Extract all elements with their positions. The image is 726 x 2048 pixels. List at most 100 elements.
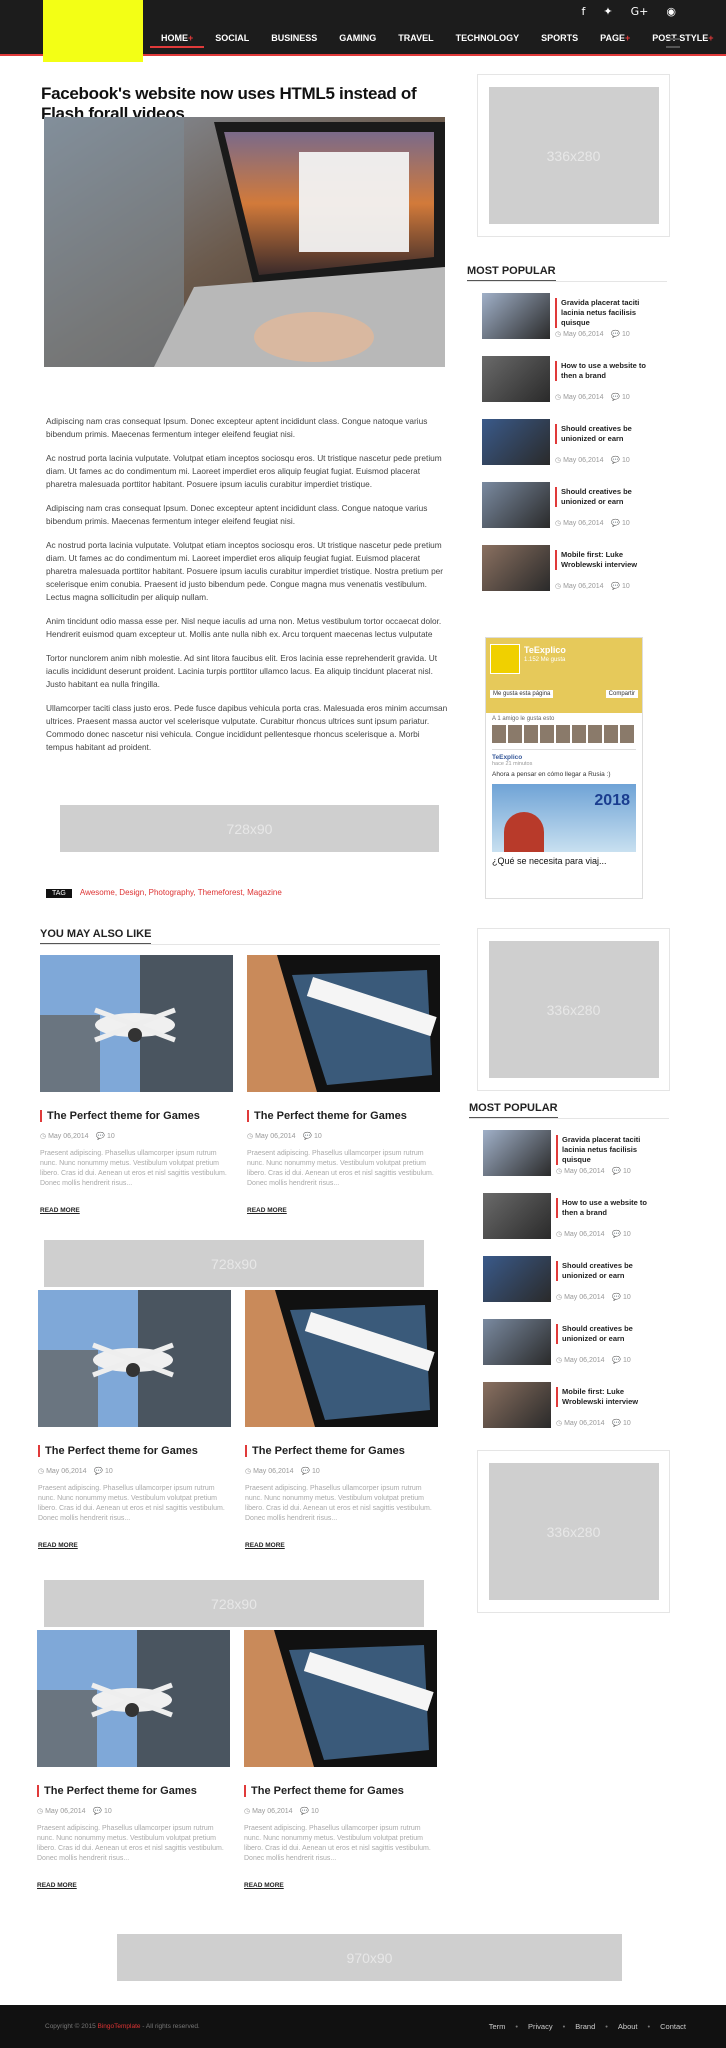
google-plus-icon[interactable]: G+ [631,5,649,18]
comment-icon: 💬 [93,1808,104,1815]
popular-title[interactable]: How to use a website to then a brand [555,361,655,381]
card-image[interactable] [38,1290,231,1427]
card-image[interactable] [244,1630,437,1767]
card-image[interactable] [37,1630,230,1767]
footer-link-contact[interactable]: Contact [660,2022,686,2031]
popular-item[interactable]: Mobile first: Luke Wroblewski interview ◷… [470,545,670,595]
read-more-link[interactable]: READ MORE [247,1207,287,1214]
read-more-link[interactable]: READ MORE [244,1882,284,1889]
popular-item[interactable]: How to use a website to then a brand ◷ Ma… [471,1193,671,1243]
fb-like-button[interactable]: Me gusta esta página [490,690,554,698]
nav-post-style[interactable]: POST STYLE+ [641,30,724,48]
fb-post-page[interactable]: TeExplico [492,754,636,761]
popular-item[interactable]: Should creatives be unionized or earn ◷ M… [471,1319,671,1369]
popular-item[interactable]: Should creatives be unionized or earn ◷ M… [470,482,670,532]
card-title[interactable]: The Perfect theme for Games [40,1110,200,1122]
nav-gaming[interactable]: GAMING [328,30,387,48]
rss-icon[interactable]: ◉ [666,5,676,18]
popular-title[interactable]: Mobile first: Luke Wroblewski interview [555,550,655,570]
clock-icon: ◷ [555,331,564,338]
ad-336x280[interactable]: 336x280 [488,1463,659,1600]
card-excerpt: Praesent adipiscing. Phasellus ullamcorp… [37,1825,224,1862]
popular-thumb[interactable] [482,356,550,402]
twitter-icon[interactable]: ✦ [603,5,612,18]
section-divider [467,281,667,282]
card-title[interactable]: The Perfect theme for Games [38,1445,198,1457]
card-excerpt: Praesent adipiscing. Phasellus ullamcorp… [247,1150,434,1187]
popular-thumb[interactable] [483,1256,551,1302]
popular-thumb[interactable] [482,545,550,591]
nav-technology[interactable]: TECHNOLOGY [445,30,531,48]
fb-share-button[interactable]: Compartir [605,690,638,698]
popular-title[interactable]: Mobile first: Luke Wroblewski interview [556,1387,656,1407]
popular-thumb[interactable] [483,1382,551,1428]
fb-likes: 1.152 Me gusta [524,657,566,663]
popular-thumb[interactable] [482,482,550,528]
popular-meta: ◷ May 06,2014 💬 10 [556,1294,631,1301]
popular-title[interactable]: Gravida placerat taciti lacinia netus fa… [556,1135,656,1165]
ad-banner-728x90[interactable]: 728x90 [44,1240,424,1287]
footer-link-term[interactable]: Term [489,2022,506,2031]
popular-thumb[interactable] [483,1130,551,1176]
popular-item[interactable]: Gravida placerat taciti lacinia netus fa… [471,1130,671,1180]
popular-thumb[interactable] [482,293,550,339]
comment-icon: 💬 [612,1168,623,1175]
popular-title[interactable]: How to use a website to then a brand [556,1198,656,1218]
read-more-link[interactable]: READ MORE [37,1882,77,1889]
sidebar-ad-box: 336x280 [477,74,670,237]
clock-icon: ◷ [555,394,564,401]
facebook-widget[interactable]: TeExplico 1.152 Me gusta Me gusta esta p… [485,637,643,899]
popular-thumb[interactable] [483,1193,551,1239]
sidebar-ad-box: 336x280 [477,1450,670,1613]
card-image[interactable] [40,955,233,1092]
read-more-link[interactable]: READ MORE [245,1542,285,1549]
nav-home[interactable]: HOME+ [150,30,205,48]
card-image[interactable] [247,955,440,1092]
ad-banner-728x90[interactable]: 728x90 [60,805,439,852]
article-paragraph: Ac nostrud porta lacinia vulputate. Volu… [46,540,444,602]
nav-social[interactable]: SOCIAL [204,30,260,48]
popular-item[interactable]: Should creatives be unionized or earn ◷ M… [471,1256,671,1306]
footer-link-about[interactable]: About [618,2022,638,2031]
popular-title[interactable]: Gravida placerat taciti lacinia netus fa… [555,298,655,328]
card-title[interactable]: The Perfect theme for Games [247,1110,407,1122]
footer-link-privacy[interactable]: Privacy [528,2022,553,2031]
card-title[interactable]: The Perfect theme for Games [245,1445,405,1457]
read-more-link[interactable]: READ MORE [40,1207,80,1214]
nav-sports[interactable]: SPORTS [530,30,589,48]
popular-title[interactable]: Should creatives be unionized or earn [555,424,655,444]
comment-icon: 💬 [612,1294,623,1301]
footer-link-brand[interactable]: Brand [575,2022,595,2031]
popular-item[interactable]: Gravida placerat taciti lacinia netus fa… [470,293,670,343]
fb-post-headline[interactable]: ¿Qué se necesita para viaj... [492,856,636,866]
card-title[interactable]: The Perfect theme for Games [244,1785,404,1797]
footer-brand-link[interactable]: BingoTemplate [98,2023,141,2030]
fb-page-name[interactable]: TeExplico [524,645,566,655]
popular-title[interactable]: Should creatives be unionized or earn [556,1261,656,1281]
nav-business[interactable]: BUSINESS [260,30,328,48]
nav-travel[interactable]: TRAVEL [387,30,444,48]
read-more-link[interactable]: READ MORE [38,1542,78,1549]
fb-post-image[interactable]: 2018 [492,784,636,852]
popular-title[interactable]: Should creatives be unionized or earn [556,1324,656,1344]
ad-336x280[interactable]: 336x280 [488,87,659,224]
menu-icon[interactable] [666,38,680,48]
ad-banner-728x90[interactable]: 728x90 [44,1580,424,1627]
fb-friend-text: A 1 amigo le gusta esto [492,716,555,722]
card-image[interactable] [245,1290,438,1427]
popular-item[interactable]: Mobile first: Luke Wroblewski interview ◷… [471,1382,671,1432]
popular-item[interactable]: Should creatives be unionized or earn ◷ M… [470,419,670,469]
comment-icon: 💬 [94,1468,105,1475]
tag-list[interactable]: Awesome, Design, Photography, Themefores… [80,888,282,897]
popular-item[interactable]: How to use a website to then a brand ◷ Ma… [470,356,670,406]
ad-970x90[interactable]: 970x90 [117,1934,622,1981]
ad-336x280[interactable]: 336x280 [488,941,659,1078]
nav-page[interactable]: PAGE+ [589,30,641,48]
site-logo[interactable] [43,0,143,62]
article-paragraph: Tortor nunclorem anim nibh molestie. Ad … [46,653,438,689]
popular-thumb[interactable] [482,419,550,465]
card-title[interactable]: The Perfect theme for Games [37,1785,197,1797]
popular-thumb[interactable] [483,1319,551,1365]
popular-title[interactable]: Should creatives be unionized or earn [555,487,655,507]
facebook-icon[interactable]: f [582,5,586,18]
